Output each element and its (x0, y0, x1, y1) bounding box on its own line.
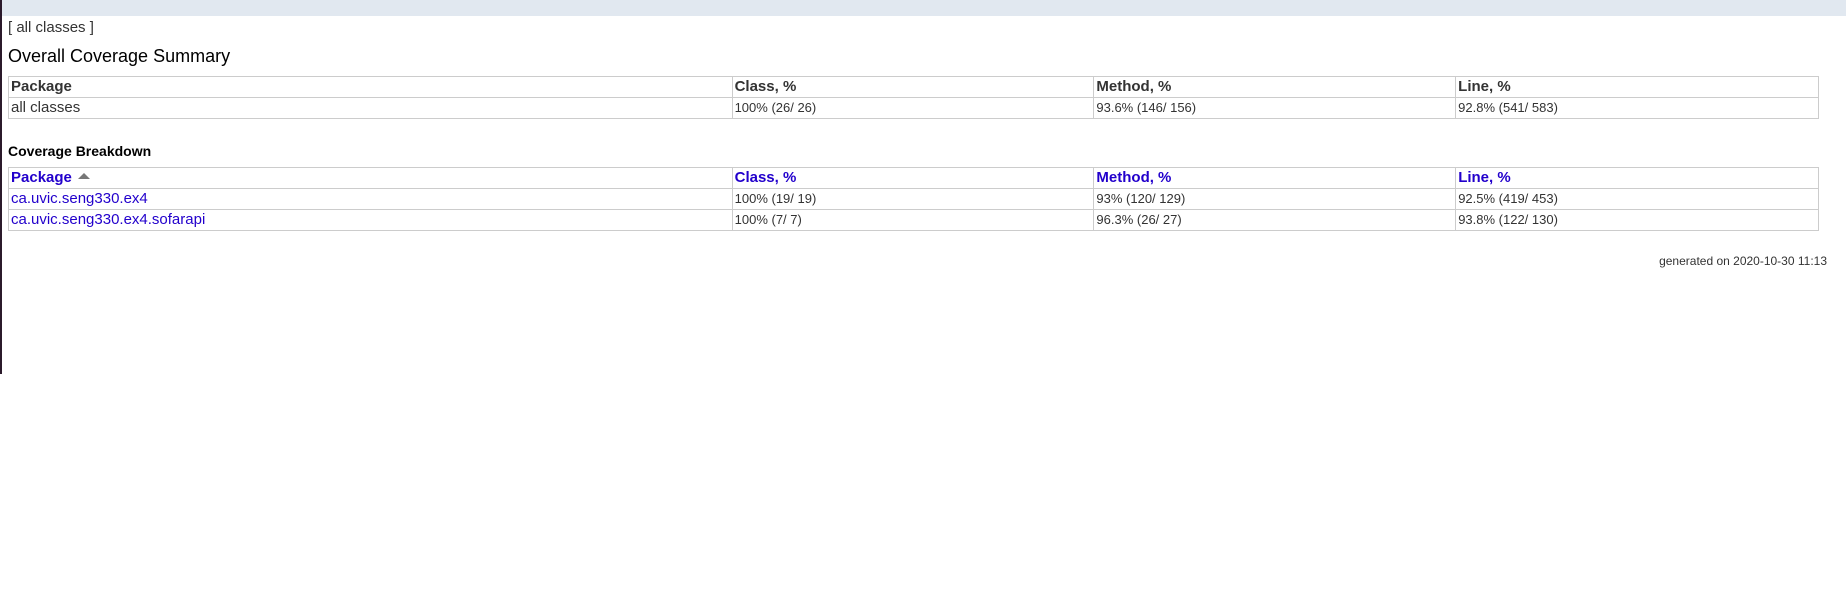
line-coverage-cell: 93.8% (122/ 130) (1455, 209, 1819, 231)
breakdown-header-method-cell: Method, % (1093, 167, 1457, 189)
sort-by-package-link[interactable]: Package (11, 169, 72, 186)
package-name-cell: ca.uvic.seng330.ex4 (8, 188, 733, 210)
summary-header-class: Class, % (731, 76, 1095, 98)
breadcrumb-close-bracket: ] (89, 19, 94, 36)
class-coverage-cell: 100% (19/ 19) (731, 188, 1095, 210)
breakdown-header-line-cell: Line, % (1455, 167, 1819, 189)
breadcrumb: [ all classes ] (8, 19, 1828, 37)
sort-by-class-link[interactable]: Class, % (735, 169, 797, 186)
all-classes-link[interactable]: all classes (16, 19, 85, 36)
summary-method-cell: 93.6% (146/ 156) (1093, 97, 1457, 119)
breakdown-title: Coverage Breakdown (8, 143, 152, 159)
table-row: ca.uvic.seng330.ex4 100% (19/ 19) 93% (1… (8, 188, 1819, 210)
sort-ascending-icon[interactable] (77, 173, 90, 179)
class-coverage-cell: 100% (7/ 7) (731, 209, 1095, 231)
table-row: all classes 100% (26/ 26) 93.6% (146/ 15… (8, 97, 1819, 119)
method-coverage-cell: 93% (120/ 129) (1093, 188, 1457, 210)
coverage-report-page: [ all classes ] Overall Coverage Summary… (0, 0, 1846, 600)
package-link[interactable]: ca.uvic.seng330.ex4.sofarapi (11, 211, 205, 228)
breadcrumb-open-bracket: [ (8, 19, 13, 36)
package-link[interactable]: ca.uvic.seng330.ex4 (11, 190, 148, 207)
summary-package-cell: all classes (8, 97, 733, 119)
summary-header-row: Package Class, % Method, % Line, % (8, 76, 1819, 98)
left-edge-bar (0, 0, 2, 374)
breakdown-header-row: Package Class, % Method, % Line, % (8, 167, 1819, 189)
summary-line-cell: 92.8% (541/ 583) (1455, 97, 1819, 119)
sort-by-method-link[interactable]: Method, % (1096, 169, 1171, 186)
report-content: [ all classes ] Overall Coverage Summary… (8, 19, 1828, 231)
breakdown-table: Package Class, % Method, % Line, % ca.uv… (8, 167, 1819, 231)
summary-header-line: Line, % (1455, 76, 1819, 98)
summary-header-package: Package (8, 76, 733, 98)
package-name-cell: ca.uvic.seng330.ex4.sofarapi (8, 209, 733, 231)
generated-timestamp: generated on 2020-10-30 11:13 (1659, 254, 1827, 268)
summary-title: Overall Coverage Summary (8, 46, 231, 66)
line-coverage-cell: 92.5% (419/ 453) (1455, 188, 1819, 210)
summary-class-cell: 100% (26/ 26) (731, 97, 1095, 119)
table-row: ca.uvic.seng330.ex4.sofarapi 100% (7/ 7)… (8, 209, 1819, 231)
breakdown-header-class-cell: Class, % (731, 167, 1095, 189)
breakdown-header-package-cell: Package (8, 167, 733, 189)
method-coverage-cell: 96.3% (26/ 27) (1093, 209, 1457, 231)
summary-table: Package Class, % Method, % Line, % all c… (8, 76, 1819, 119)
sort-by-line-link[interactable]: Line, % (1458, 169, 1511, 186)
summary-header-method: Method, % (1093, 76, 1457, 98)
top-header-band (2, 0, 1846, 16)
